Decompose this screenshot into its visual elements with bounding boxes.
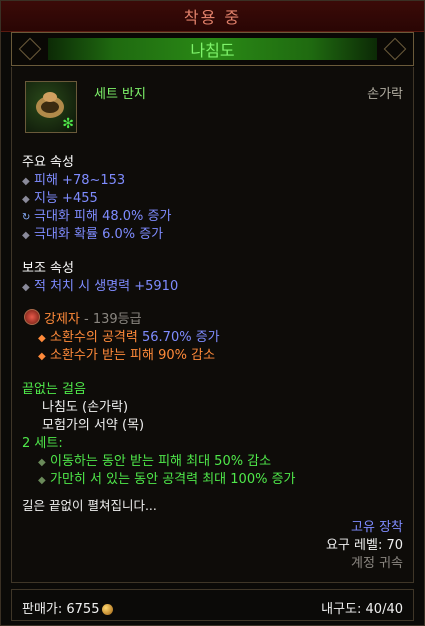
set-piece: 모험가의 서약 (목) xyxy=(42,418,145,433)
item-icon-frame: ✻ xyxy=(25,81,77,133)
primary-stat: ◆ 피해 +78~153 xyxy=(22,173,126,188)
equipped-label: 착용 중 xyxy=(183,8,242,27)
level-requirement: 요구 레벨: 70 xyxy=(325,538,403,553)
set-bonus: ◆ 가만히 서 있는 동안 공격력 최대 100% 증가 xyxy=(38,472,296,487)
gem-title: 강제자 - 139등급 xyxy=(44,308,142,327)
diamond-bullet-icon: ◆ xyxy=(38,457,46,468)
set-item-marker-icon: ✻ xyxy=(62,116,74,132)
set-piece: 나침도 (손가락) xyxy=(42,400,129,415)
gem-rank: - 139등급 xyxy=(84,312,142,327)
diamond-bullet-icon: ◆ xyxy=(38,351,46,362)
item-name: 나침도 xyxy=(190,41,235,60)
primary-stat: ↻ 극대화 피해 48.0% 증가 xyxy=(22,209,172,224)
diamond-bullet-icon: ◆ xyxy=(38,333,46,344)
flavor-text: 길은 끝없이 펼쳐집니다... xyxy=(22,498,157,513)
item-type: 세트 반지 xyxy=(94,87,146,102)
item-slot: 손가락 xyxy=(367,87,403,102)
account-bound: 계정 귀속 xyxy=(351,556,403,571)
gold-coin-icon xyxy=(102,604,114,615)
durability: 내구도: 40/40 xyxy=(321,602,403,617)
diamond-bullet-icon: ◆ xyxy=(22,230,30,241)
gem-effect: ◆ 소환수가 받는 피해 90% 감소 xyxy=(38,348,216,363)
primary-stat: ◆ 지능 +455 xyxy=(22,191,98,206)
unique-equipped: 고유 장착 xyxy=(351,520,403,535)
primary-header: 주요 속성 xyxy=(22,155,74,170)
gem-effect: ◆ 소환수의 공격력 56.70% 증가 xyxy=(38,330,220,345)
diamond-bullet-icon: ◆ xyxy=(22,194,30,205)
set-bonus: ◆ 이동하는 동안 받는 피해 최대 50% 감소 xyxy=(38,454,272,469)
ornament-left-icon xyxy=(18,37,42,61)
equipped-banner: 착용 중 xyxy=(1,1,424,32)
set-name: 끝없는 걸음 xyxy=(22,382,86,397)
diamond-bullet-icon: ◆ xyxy=(22,176,30,187)
secondary-header: 보조 속성 xyxy=(22,261,74,276)
item-title-frame: 나침도 xyxy=(11,32,414,66)
item-title-bar: 나침도 xyxy=(48,38,377,60)
diamond-bullet-icon: ◆ xyxy=(22,282,30,293)
gem-name: 강제자 xyxy=(44,312,80,327)
tooltip-footer: 판매가: 6755 내구도: 40/40 xyxy=(11,589,414,621)
legendary-gem-icon xyxy=(24,309,40,325)
sell-value: 판매가: 6755 xyxy=(22,598,114,617)
set-bonus-header: 2 세트: xyxy=(22,436,63,451)
diamond-bullet-icon: ◆ xyxy=(38,475,46,486)
item-tooltip: 착용 중 나침도 ✻ 세트 반지 손가락 주요 속성 ◆ 피해 +78~153 ◆… xyxy=(0,0,425,626)
secondary-stat: ◆ 적 처치 시 생명력 +5910 xyxy=(22,279,179,294)
ornament-right-icon xyxy=(383,37,407,61)
primary-stat: ◆ 극대화 확률 6.0% 증가 xyxy=(22,227,164,242)
ring-gem-icon xyxy=(43,92,57,102)
enchant-bullet-icon: ↻ xyxy=(22,212,31,223)
tooltip-body: ✻ 세트 반지 손가락 주요 속성 ◆ 피해 +78~153 ◆ 지능 +455 ↻… xyxy=(11,67,414,583)
